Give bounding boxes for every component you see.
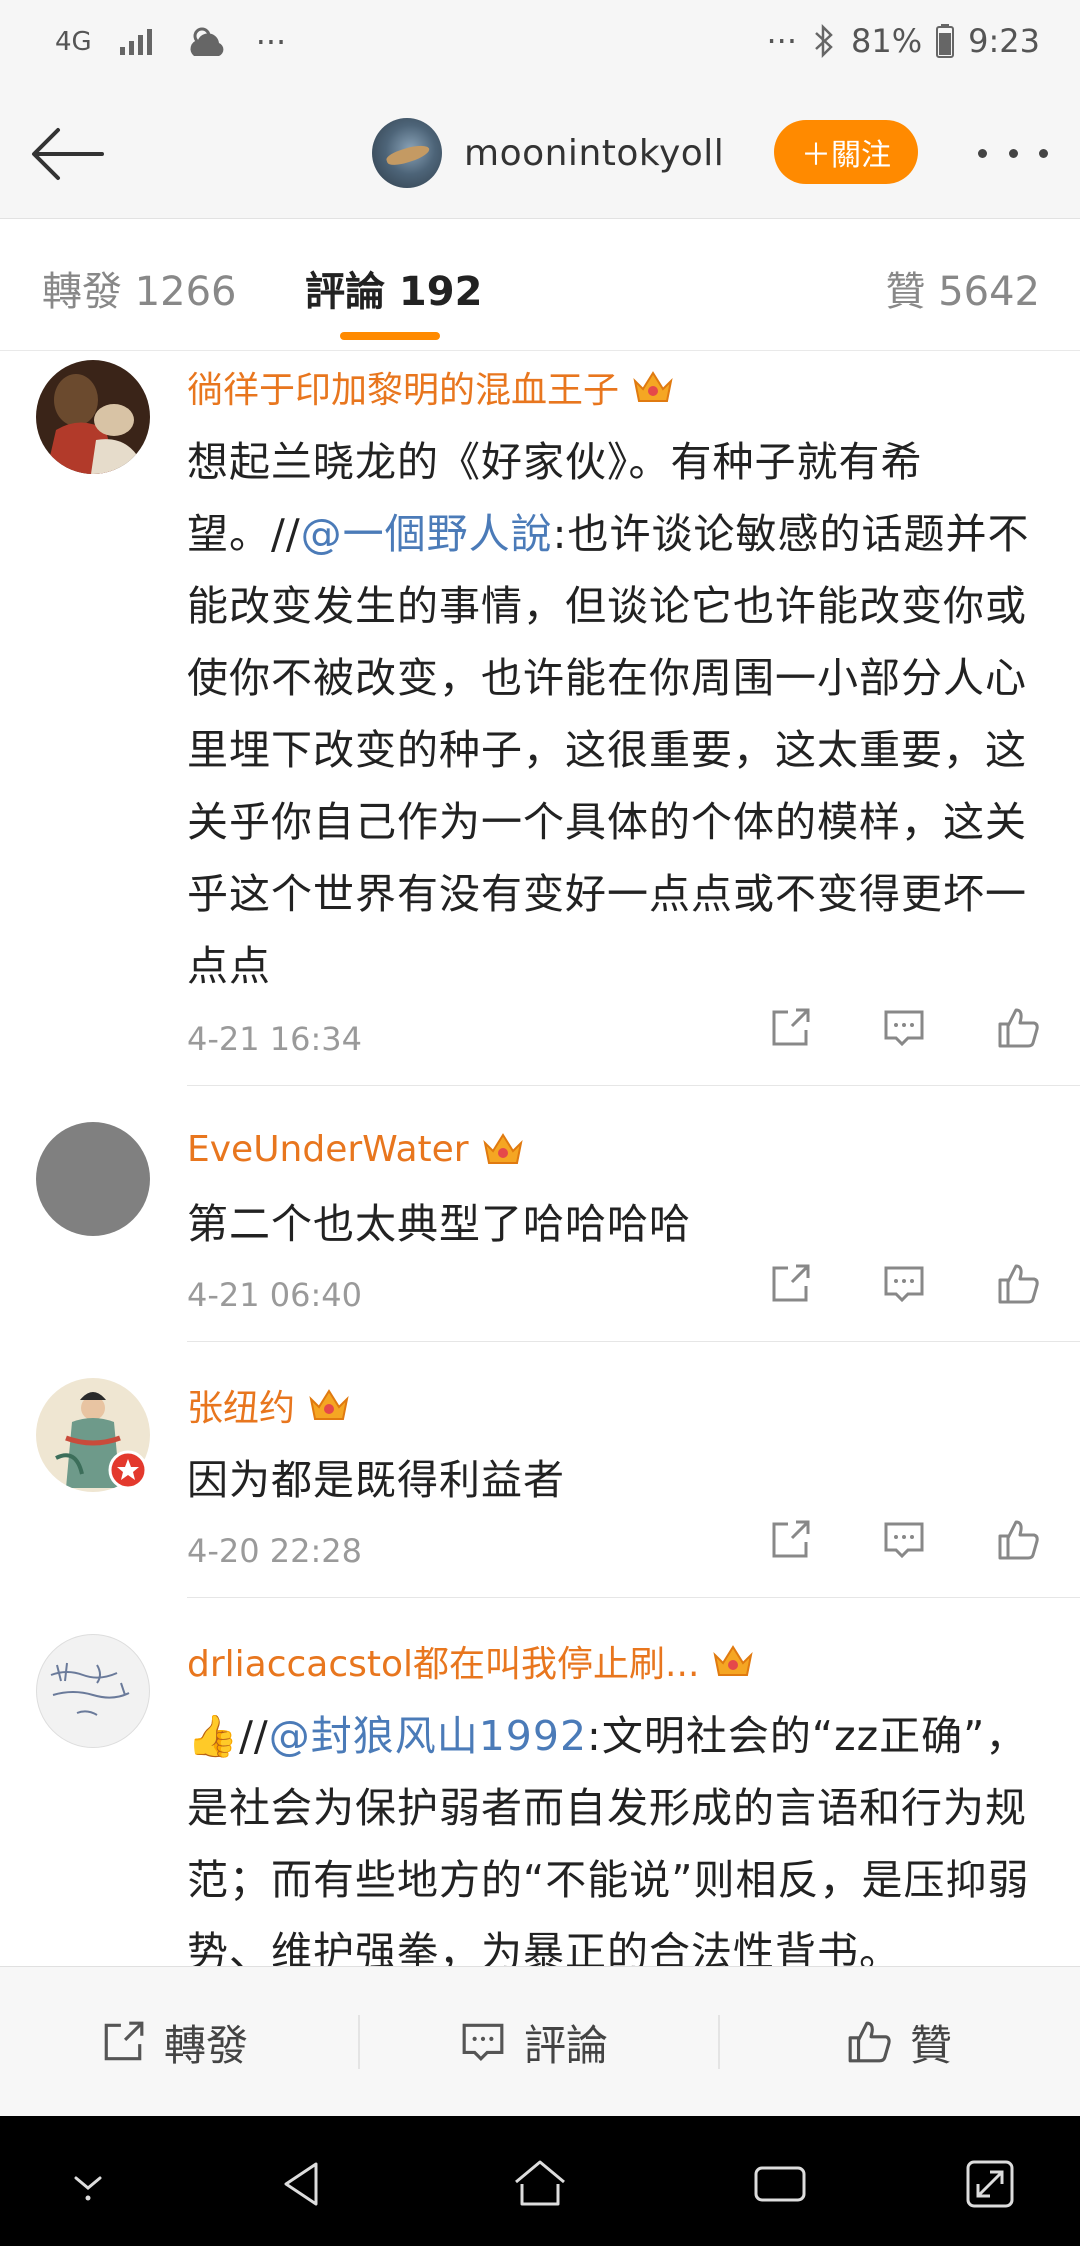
- reply-icon[interactable]: [882, 1006, 926, 1050]
- tab-repost[interactable]: 轉發 1266: [42, 259, 237, 317]
- bluetooth-icon: [815, 23, 833, 59]
- status-bar: 4G ··· ··· 81% 9:23: [0, 0, 1080, 90]
- comment-icon: [462, 2023, 504, 2061]
- comment-text-part: :也许谈论敏感的话题并不能改变发生的事情，但谈论它也许能改变你或使你不被改变，也…: [187, 510, 1030, 990]
- header-username[interactable]: moonintokyoll: [464, 133, 724, 174]
- comment-username[interactable]: 张纽约: [187, 1379, 295, 1431]
- avatar[interactable]: [36, 1378, 150, 1492]
- follow-button[interactable]: ＋關注: [774, 120, 918, 184]
- comment-text-part: //: [239, 1712, 269, 1760]
- more-dot-icon: [1039, 148, 1048, 158]
- reply-icon[interactable]: [882, 1518, 926, 1562]
- tab-likes[interactable]: 贊 5642: [885, 259, 1040, 317]
- comment-item: drliaccacstol都在叫我停止刷... 👍//@封狼风山1992:文明社…: [0, 1634, 1080, 1966]
- more-dot-icon: [1008, 148, 1018, 158]
- battery-percent: 81%: [851, 22, 923, 60]
- avatar[interactable]: [372, 118, 442, 188]
- comment-label: 評論: [524, 2020, 609, 2070]
- avatar[interactable]: [36, 1634, 150, 1748]
- reply-icon[interactable]: [882, 1262, 926, 1306]
- signal-icon: [119, 29, 152, 55]
- chevron-down-icon[interactable]: [58, 2154, 118, 2214]
- notification-more-icon: ···: [255, 23, 287, 61]
- comment-text: 👍//@封狼风山1992:文明社会的“zz正确”，是社会为保护弱者而自发形成的言…: [187, 1700, 1040, 1966]
- repost-label: 轉發: [164, 2020, 249, 2070]
- comment-username[interactable]: EveUnderWater: [187, 1129, 469, 1170]
- tab-bar: 轉發 1266 評論 192 贊 5642: [0, 219, 1080, 351]
- avatar[interactable]: [36, 360, 150, 474]
- profile-header[interactable]: moonintokyoll: [372, 118, 724, 188]
- like-icon[interactable]: [996, 1262, 1040, 1306]
- bottom-action-bar: 轉發 評論 贊: [0, 1966, 1080, 2117]
- mention-link[interactable]: @一個野人說: [301, 510, 553, 558]
- divider: [358, 2015, 360, 2069]
- divider: [187, 1597, 1080, 1598]
- mention-link[interactable]: @封狼风山1992: [269, 1712, 587, 1760]
- expand-icon[interactable]: [960, 2154, 1020, 2214]
- avatar-painting-image: [36, 360, 150, 474]
- status-more-icon: ···: [766, 22, 798, 60]
- repost-button[interactable]: 轉發: [100, 2017, 248, 2070]
- vip-crown-icon: [482, 1133, 523, 1164]
- comment-footer: 4-21 06:40: [187, 1262, 1080, 1326]
- comment-button[interactable]: 評論: [460, 2017, 608, 2070]
- divider: [718, 2015, 720, 2069]
- clock: 9:23: [968, 22, 1040, 60]
- like-label: 贊: [910, 2020, 953, 2070]
- comment-time: 4-21 16:34: [187, 1020, 363, 1058]
- back-button[interactable]: [28, 118, 108, 190]
- vip-crown-icon: [309, 1389, 349, 1420]
- header-bar: moonintokyoll ＋關注: [0, 90, 1080, 219]
- verified-badge-icon: [108, 1450, 148, 1490]
- weather-icon: [190, 27, 224, 56]
- share-icon: [104, 2021, 144, 2061]
- thumbs-up-emoji-icon: 👍: [187, 1712, 240, 1760]
- tab-comments[interactable]: 評論 192: [305, 259, 482, 317]
- network-type: 4G: [55, 27, 92, 57]
- comment-time: 4-20 22:28: [187, 1532, 363, 1570]
- share-icon[interactable]: [768, 1518, 812, 1562]
- like-icon: [848, 2021, 891, 2063]
- comment-text: 想起兰晓龙的《好家伙》。有种子就有希望。//@一個野人說:也许谈论敏感的话题并不…: [187, 426, 1040, 1002]
- active-tab-indicator: [340, 332, 440, 340]
- system-navigation-bar: [0, 2116, 1080, 2246]
- comment-text: 因为都是既得利益者: [187, 1456, 565, 1504]
- comment-time: 4-21 06:40: [187, 1276, 363, 1314]
- share-icon[interactable]: [768, 1262, 812, 1306]
- avatar-handwriting-image: [50, 1662, 130, 1716]
- vip-crown-icon: [713, 1645, 754, 1676]
- battery-icon: [936, 24, 955, 58]
- home-icon[interactable]: [510, 2154, 570, 2214]
- comment-footer: 4-21 16:34: [187, 1006, 1080, 1070]
- back-triangle-icon[interactable]: [272, 2154, 332, 2214]
- like-icon[interactable]: [996, 1006, 1040, 1050]
- back-arrow-icon: [32, 128, 104, 180]
- like-icon[interactable]: [996, 1518, 1040, 1562]
- comment-text: 第二个也太典型了哈哈哈哈: [187, 1200, 691, 1248]
- more-options-button[interactable]: [978, 138, 1048, 168]
- divider: [187, 1341, 1080, 1342]
- share-icon[interactable]: [768, 1006, 812, 1050]
- recent-apps-icon[interactable]: [750, 2154, 810, 2214]
- vip-crown-icon: [633, 371, 673, 402]
- avatar[interactable]: [36, 1122, 150, 1236]
- comment-footer: 4-20 22:28: [187, 1518, 1080, 1582]
- comment-username[interactable]: 徜徉于印加黎明的混血王子: [187, 361, 619, 413]
- comment-username[interactable]: drliaccacstol都在叫我停止刷...: [187, 1635, 699, 1687]
- like-button[interactable]: 贊: [846, 2017, 952, 2070]
- divider: [187, 1085, 1080, 1086]
- more-dot-icon: [978, 148, 987, 158]
